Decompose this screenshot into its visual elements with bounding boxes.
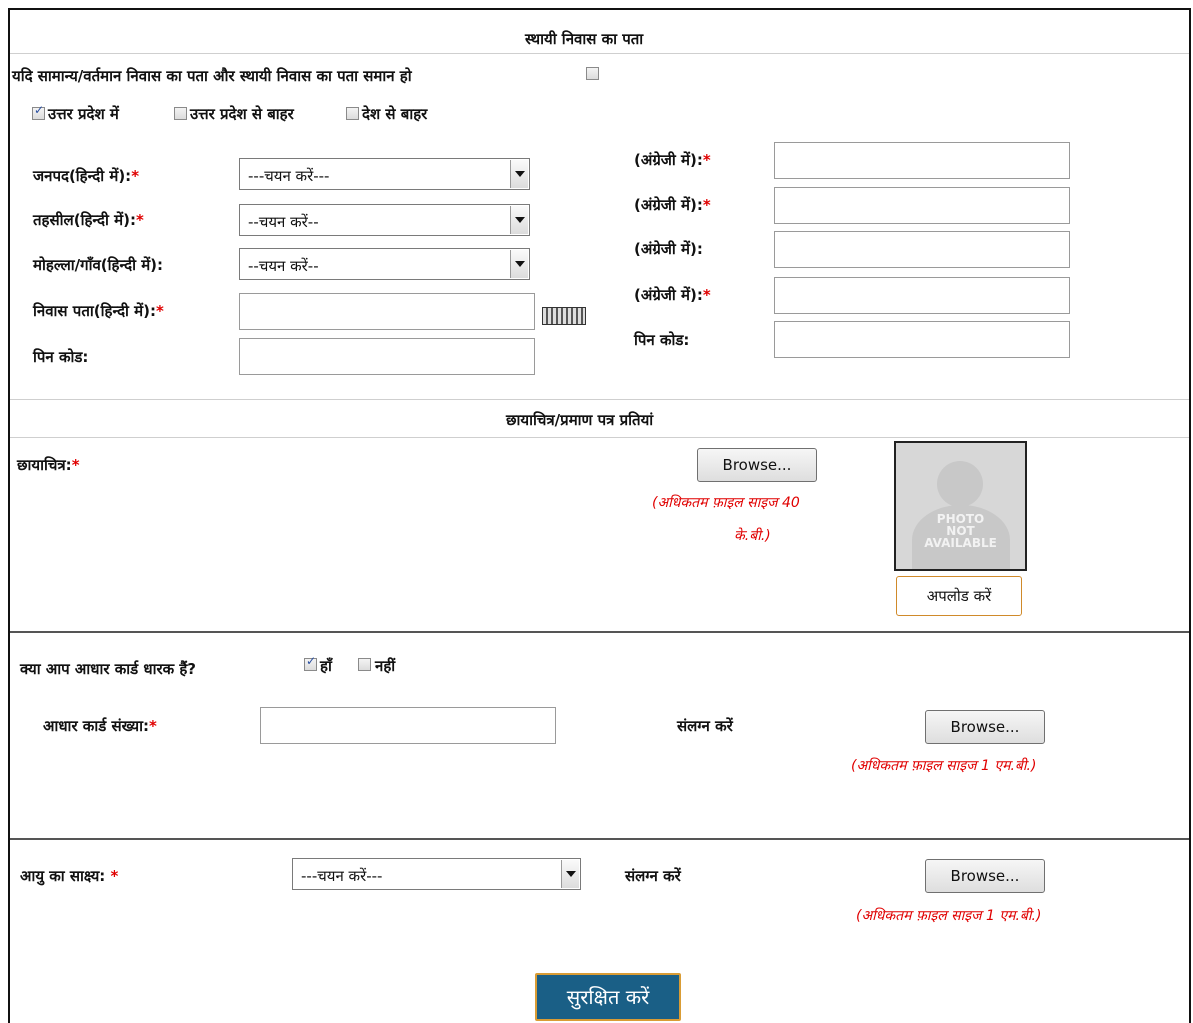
checkbox-outside-up[interactable] <box>174 107 187 120</box>
chevron-down-icon <box>510 206 528 234</box>
address-english-input[interactable] <box>774 277 1070 314</box>
tehsil-hindi-label: तहसील(हिन्दी में):* <box>33 211 144 229</box>
village-english-input[interactable] <box>774 231 1070 268</box>
age-proof-attach-label: संलग्न करें <box>625 867 681 885</box>
photo-size-hint-line2: के.बी.) <box>734 528 771 544</box>
district-hindi-label: जनपद(हिन्दी में):* <box>33 167 140 185</box>
pincode-hindi-input[interactable] <box>239 338 535 375</box>
chevron-down-icon <box>561 860 579 888</box>
save-button[interactable]: सुरक्षित करें <box>535 973 681 1021</box>
divider <box>10 631 1189 633</box>
age-proof-label: आयु का साक्ष्य: * <box>20 867 119 885</box>
district-select-value: ---चयन करें--- <box>248 167 330 185</box>
upload-button[interactable]: अपलोड करें <box>896 576 1022 616</box>
section-title-documents: छायाचित्र/प्रमाण पत्र प्रतियां <box>506 411 654 429</box>
village-english-label: (अंग्रेजी में): <box>634 240 703 258</box>
pincode-english-label: पिन कोड: <box>634 331 690 349</box>
age-proof-select[interactable]: ---चयन करें--- <box>292 858 581 890</box>
divider <box>10 838 1189 840</box>
aadhaar-question: क्या आप आधार कार्ड धारक हैं? <box>20 660 197 678</box>
pincode-hindi-label: पिन कोड: <box>33 348 89 366</box>
aadhaar-yes-label: हाँ <box>320 657 332 675</box>
village-select-value: --चयन करें-- <box>248 257 319 275</box>
aadhaar-number-label: आधार कार्ड संख्या:* <box>43 717 157 735</box>
district-english-label: (अंग्रेजी में):* <box>634 151 711 169</box>
village-hindi-select[interactable]: --चयन करें-- <box>239 248 530 280</box>
same-address-checkbox[interactable] <box>586 67 599 80</box>
aadhaar-size-hint: (अधिकतम फ़ाइल साइज 1 एम.बी.) <box>851 758 1037 774</box>
village-hindi-label: मोहल्ला/गाँव(हिन्दी में): <box>33 256 164 274</box>
aadhaar-no-checkbox[interactable] <box>358 658 371 671</box>
photo-label: छायाचित्र:* <box>17 456 80 474</box>
district-english-input[interactable] <box>774 142 1070 179</box>
aadhaar-no-label: नहीं <box>375 657 396 675</box>
address-hindi-label: निवास पता(हिन्दी में):* <box>33 302 164 320</box>
divider <box>10 437 1189 438</box>
photo-browse-button[interactable]: Browse... <box>697 448 817 482</box>
avatar-head-shape <box>937 461 983 507</box>
aadhaar-attach-label: संलग्न करें <box>677 717 733 735</box>
option-in-up-label: उत्तर प्रदेश में <box>48 105 119 123</box>
photo-not-available-text: PHOTO NOT AVAILABLE <box>924 512 997 550</box>
photo-size-hint-line1: (अधिकतम फ़ाइल साइज 40 <box>652 495 800 511</box>
age-proof-size-hint: (अधिकतम फ़ाइल साइज 1 एम.बी.) <box>856 908 1042 924</box>
checkbox-in-up[interactable] <box>32 103 45 120</box>
divider <box>10 399 1189 400</box>
aadhaar-yes-checkbox[interactable] <box>304 654 317 671</box>
aadhaar-number-input[interactable] <box>260 707 556 744</box>
divider <box>10 53 1189 54</box>
photo-preview: PHOTO NOT AVAILABLE <box>894 441 1027 571</box>
option-outside-country-label: देश से बाहर <box>362 105 428 123</box>
pincode-english-input[interactable] <box>774 321 1070 358</box>
tehsil-hindi-select[interactable]: --चयन करें-- <box>239 204 530 236</box>
address-english-label: (अंग्रेजी में):* <box>634 286 711 304</box>
checkbox-outside-country[interactable] <box>346 107 359 120</box>
tehsil-english-label: (अंग्रेजी में):* <box>634 196 711 214</box>
chevron-down-icon <box>510 250 528 278</box>
district-hindi-select[interactable]: ---चयन करें--- <box>239 158 530 190</box>
age-proof-select-value: ---चयन करें--- <box>301 867 383 885</box>
same-address-label: यदि सामान्य/वर्तमान निवास का पता और स्था… <box>12 67 412 85</box>
option-outside-up-label: उत्तर प्रदेश से बाहर <box>190 105 294 123</box>
tehsil-english-input[interactable] <box>774 187 1070 224</box>
age-proof-browse-button[interactable]: Browse... <box>925 859 1045 893</box>
aadhaar-browse-button[interactable]: Browse... <box>925 710 1045 744</box>
section-title-permanent-address: स्थायी निवास का पता <box>525 30 644 48</box>
tehsil-select-value: --चयन करें-- <box>248 213 319 231</box>
address-hindi-input[interactable] <box>239 293 535 330</box>
chevron-down-icon <box>510 160 528 188</box>
keyboard-icon[interactable] <box>542 307 586 325</box>
